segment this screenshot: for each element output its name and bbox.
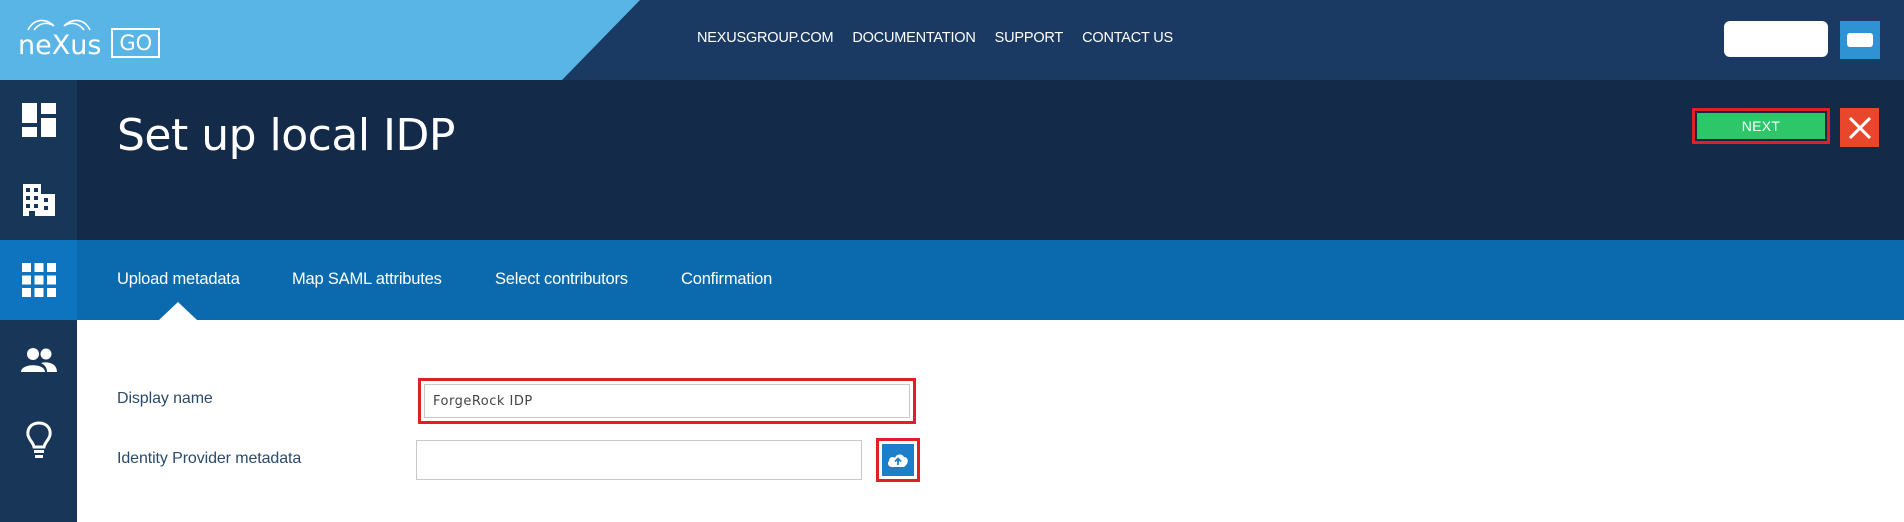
upload-metadata-form: Display name Identity Provider metadata: [77, 320, 1904, 522]
display-name-highlight: [418, 378, 916, 424]
nav-link-support[interactable]: SUPPORT: [995, 30, 1064, 46]
nav-link-contact-us[interactable]: CONTACT US: [1082, 30, 1173, 46]
sidebar-item-organizations[interactable]: [0, 160, 77, 240]
close-button[interactable]: [1840, 108, 1879, 147]
tab-map-saml-attributes[interactable]: Map SAML attributes: [292, 270, 442, 289]
page-header: Set up local IDP NEXT: [77, 80, 1904, 240]
upload-button[interactable]: [882, 444, 914, 476]
sidebar-item-tips[interactable]: [0, 400, 77, 480]
sidebar-item-users[interactable]: [0, 320, 77, 400]
apps-grid-icon: [21, 263, 56, 297]
active-tab-indicator: [159, 302, 197, 320]
user-menu-icon-glyph: [1847, 33, 1873, 47]
lightbulb-icon: [25, 421, 52, 458]
logo-badge: GO: [111, 28, 161, 58]
display-name-input[interactable]: [424, 384, 910, 418]
sidebar: [0, 80, 77, 522]
display-name-label: Display name: [117, 390, 213, 407]
page-title: Set up local IDP: [117, 110, 455, 161]
sidebar-item-dashboard[interactable]: [0, 80, 77, 160]
top-bar: neXus GO NEXUSGROUP.COM DOCUMENTATION SU…: [0, 0, 1904, 80]
upload-highlight: [876, 438, 920, 482]
tab-select-contributors[interactable]: Select contributors: [495, 270, 628, 289]
user-menu-icon[interactable]: [1840, 21, 1880, 59]
sidebar-item-apps[interactable]: [0, 240, 77, 320]
close-icon: [1848, 116, 1871, 139]
nav-link-nexusgroup[interactable]: NEXUSGROUP.COM: [697, 30, 834, 46]
tab-confirmation[interactable]: Confirmation: [681, 270, 772, 289]
logo-wings-icon: [27, 19, 91, 31]
tab-upload-metadata[interactable]: Upload metadata: [117, 270, 240, 289]
nexus-go-logo[interactable]: neXus GO: [18, 18, 161, 61]
dashboard-icon: [21, 103, 56, 137]
identity-provider-metadata-label: Identity Provider metadata: [117, 450, 302, 467]
building-icon: [22, 184, 55, 216]
user-name-box[interactable]: [1724, 21, 1828, 57]
identity-provider-metadata-field[interactable]: [416, 440, 862, 480]
users-icon: [20, 348, 57, 372]
next-button[interactable]: NEXT: [1692, 108, 1830, 144]
logo-text: neXus: [18, 29, 102, 61]
cloud-upload-icon: [888, 454, 908, 467]
nav-link-documentation[interactable]: DOCUMENTATION: [852, 30, 976, 46]
next-button-label: NEXT: [1697, 113, 1825, 139]
wizard-tabs: Upload metadata Map SAML attributes Sele…: [77, 240, 1904, 320]
top-nav: NEXUSGROUP.COM DOCUMENTATION SUPPORT CON…: [697, 30, 1173, 46]
